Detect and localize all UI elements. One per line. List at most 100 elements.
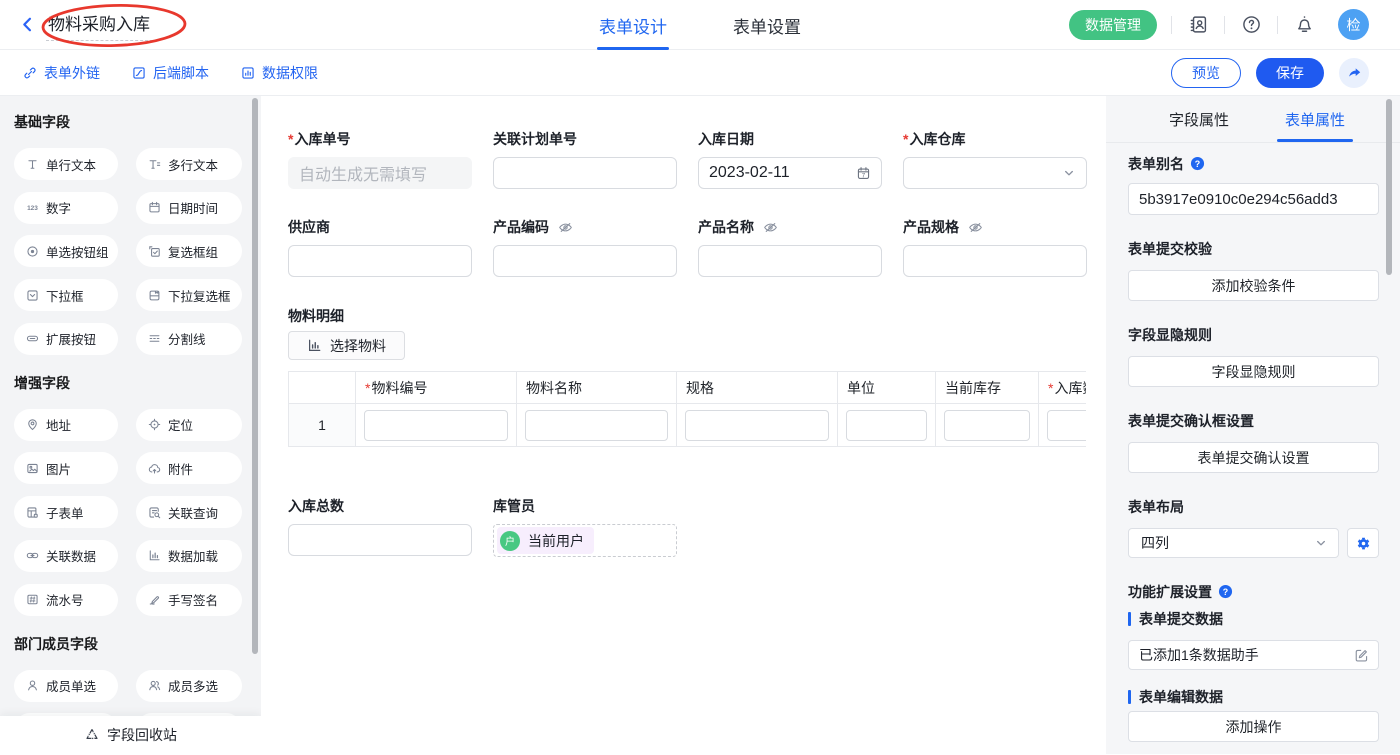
pick-material-button[interactable]: 选择物料 [288,331,405,360]
save-button[interactable]: 保存 [1256,58,1324,88]
field-item-checkbox-group[interactable]: 复选框组 [136,235,242,267]
sidebar-scrollbar[interactable] [252,98,258,654]
receipt-no-input[interactable]: 自动生成无需填写 [288,157,472,189]
submit-data-value: 已添加1条数据助手 [1139,645,1259,665]
question-icon[interactable]: ? [1190,156,1205,171]
stock-input[interactable] [944,410,1030,441]
submit-confirm-button[interactable]: 表单提交确认设置 [1128,442,1379,473]
field-product-spec[interactable]: 产品规格 [903,220,1087,277]
page-title[interactable]: 物料采购入库 [46,9,153,41]
plan-no-input[interactable] [493,157,677,189]
field-product-code[interactable]: 产品编码 [493,220,677,277]
field-item-data-load[interactable]: 数据加载 [136,540,242,572]
field-item-linked-data[interactable]: 关联数据 [14,540,118,572]
tab-form-properties[interactable]: 表单属性 [1257,96,1373,142]
field-item-datetime[interactable]: 日期时间 [136,192,242,224]
field-item-member-single[interactable]: 成员单选 [14,670,118,702]
material-code-input[interactable] [364,410,508,441]
pick-material-label: 选择物料 [330,336,386,356]
warehouse-select[interactable] [903,157,1087,189]
chevron-down-icon [1062,166,1076,180]
help-button[interactable] [1241,15,1261,35]
spec-input[interactable] [685,410,829,441]
field-item-multi-text[interactable]: 多行文本 [136,148,242,180]
field-item-signature[interactable]: 手写签名 [136,584,242,616]
field-label: 产品名称 [698,220,882,235]
supplier-input[interactable] [288,245,472,277]
form-external-link[interactable]: 表单外链 [23,63,100,83]
data-manage-button[interactable]: 数据管理 [1069,10,1157,40]
layout-select[interactable]: 四列 [1128,528,1339,558]
subform-icon [26,506,39,519]
form-alias-input[interactable]: 5b3917e0910c0e294c56add3 [1128,183,1379,215]
keeper-input[interactable]: 户 当前用户 [493,524,677,557]
notifications-button[interactable] [1294,15,1314,35]
question-icon[interactable]: ? [1218,584,1233,599]
address-book-icon [1189,15,1208,34]
field-item-extend-button[interactable]: 扩展按钮 [14,323,118,355]
add-action-button[interactable]: 添加操作 [1128,711,1379,742]
field-item-image[interactable]: 图片 [14,452,118,484]
back-button[interactable] [16,14,38,36]
edit-icon[interactable] [1354,648,1369,663]
qty-input[interactable] [1047,410,1086,441]
contacts-button[interactable] [1188,15,1208,35]
field-item-attachment[interactable]: 附件 [136,452,242,484]
field-item-location[interactable]: 定位 [136,409,242,441]
share-button[interactable] [1339,58,1369,88]
member-multi-icon [148,679,161,692]
field-item-multi-dropdown[interactable]: 下拉复选框 [136,279,242,311]
layout-settings-button[interactable] [1347,528,1379,558]
tab-form-settings[interactable]: 表单设置 [731,0,803,50]
field-receipt-no[interactable]: 入库单号 自动生成无需填写 [288,132,472,189]
field-item-divider[interactable]: 分割线 [136,323,242,355]
field-keeper[interactable]: 库管员 户 当前用户 [493,499,677,557]
product-code-input[interactable] [493,245,677,277]
field-item-single-text[interactable]: 单行文本 [14,148,118,180]
field-product-name[interactable]: 产品名称 [698,220,882,277]
divider [1277,16,1278,34]
field-item-address[interactable]: 地址 [14,409,118,441]
field-plan-no[interactable]: 关联计划单号 [493,132,677,189]
share-icon [1346,65,1362,81]
submit-data-box[interactable]: 已添加1条数据助手 [1128,640,1379,670]
backend-script-link[interactable]: 后端脚本 [132,63,209,83]
field-item-radio-group[interactable]: 单选按钮组 [14,235,118,267]
unit-input[interactable] [846,410,927,441]
preview-button[interactable]: 预览 [1171,58,1241,88]
field-warehouse[interactable]: 入库仓库 [903,132,1087,189]
add-validation-button[interactable]: 添加校验条件 [1128,270,1379,301]
field-item-subform[interactable]: 子表单 [14,496,118,528]
material-name-input[interactable] [525,410,668,441]
header: 物料采购入库 表单设计 表单设置 数据管理 [0,0,1400,50]
field-item-number[interactable]: 123 数字 [14,192,118,224]
tab-field-properties[interactable]: 字段属性 [1141,96,1257,142]
field-visibility-button[interactable]: 字段显隐规则 [1128,356,1379,387]
field-item-dropdown[interactable]: 下拉框 [14,279,118,311]
signature-icon [148,593,161,606]
tab-form-design[interactable]: 表单设计 [597,0,669,50]
total-input[interactable] [288,524,472,556]
multi-text-icon [148,158,161,171]
field-total[interactable]: 入库总数 [288,499,472,557]
subform-col-header: *入库数量 [1039,372,1087,404]
multi-dropdown-icon [148,289,161,302]
layout-select-value: 四列 [1141,533,1169,553]
date-input[interactable]: 2023-02-11 7 [698,157,882,189]
field-recycle-bin[interactable]: 字段回收站 [0,716,261,754]
product-spec-input[interactable] [903,245,1087,277]
data-permission-link[interactable]: 数据权限 [241,63,318,83]
field-item-serial-number[interactable]: 流水号 [14,584,118,616]
field-supplier[interactable]: 供应商 [288,220,472,277]
field-date[interactable]: 入库日期 2023-02-11 7 [698,132,882,189]
avatar[interactable]: 检 [1338,9,1369,40]
basic-fields-grid: 单行文本 多行文本 123 数字 日期时间 单选按钮组 [14,148,261,355]
window-scrollbar[interactable] [1386,99,1392,275]
current-user-tag[interactable]: 户 当前用户 [497,527,594,554]
field-item-linked-query[interactable]: 关联查询 [136,496,242,528]
user-glyph-icon: 户 [503,534,517,548]
product-name-input[interactable] [698,245,882,277]
form-row-2: 供应商 产品编码 产品名称 产品规格 [288,220,1086,277]
field-item-member-multi[interactable]: 成员多选 [136,670,242,702]
header-left: 物料采购入库 [0,9,420,41]
